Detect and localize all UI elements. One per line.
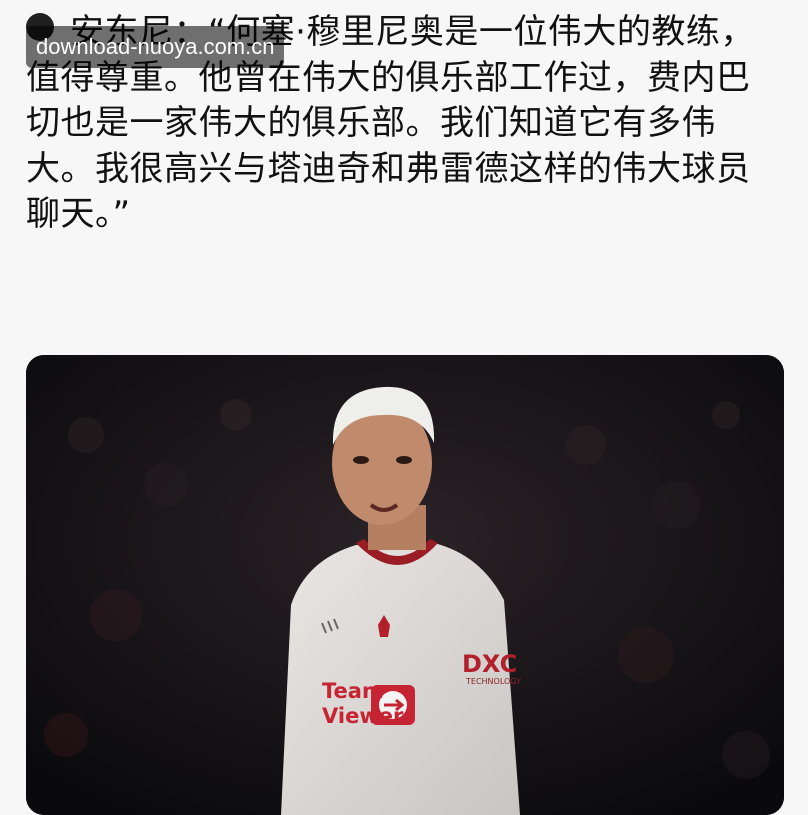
sleeve-logo: DXC: [462, 650, 517, 678]
text-line-4: 大。我很高兴与塔迪奇和弗雷德这样的伟大球员: [26, 148, 751, 189]
watermark: download-nuoya.com.cn: [26, 26, 285, 68]
text-line-3: 切也是一家伟大的俱乐部。我们知道它有多伟: [26, 103, 716, 143]
text-line-5: 聊天。”: [26, 194, 131, 234]
sponsor-text-2: Viewer: [322, 704, 404, 728]
sleeve-logo-subtext: TECHNOLOGY: [465, 677, 521, 686]
footballer-photo: Team Viewer DXC TECHNOLOGY: [26, 355, 784, 815]
article-photo[interactable]: Team Viewer DXC TECHNOLOGY: [26, 355, 784, 815]
sponsor-text-1: Team: [322, 679, 384, 703]
